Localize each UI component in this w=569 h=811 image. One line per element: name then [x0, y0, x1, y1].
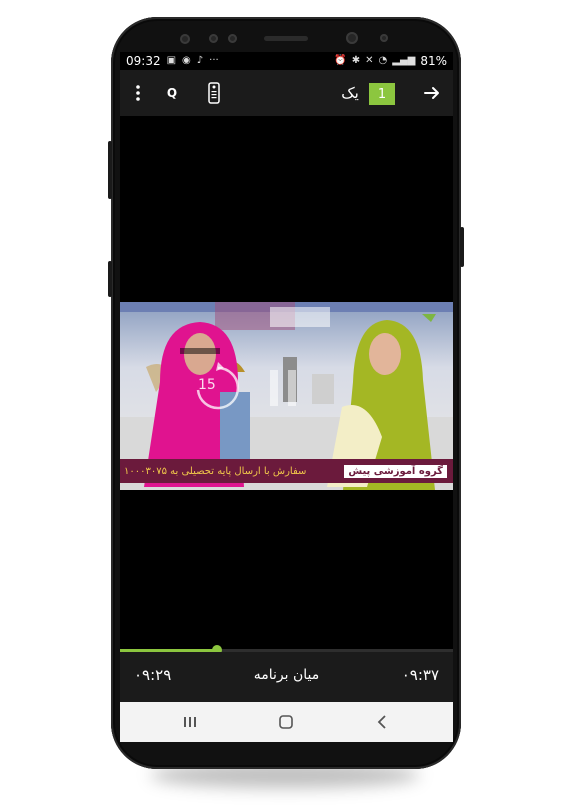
bixby-button — [108, 261, 112, 297]
arrow-forward-icon[interactable] — [420, 81, 444, 105]
channel-number-badge: 1 — [369, 83, 395, 105]
alarm-icon: ⏰ — [334, 55, 347, 66]
sensor-icon — [180, 34, 190, 44]
sensor-icon — [380, 34, 388, 42]
image-icon: ▣ — [166, 55, 177, 66]
news-ticker: سفارش با ارسال پایه تحصیلی به ۱۰۰۰۳۰۷۵ گ… — [120, 459, 453, 483]
earpiece-speaker — [264, 36, 308, 41]
recent-apps-icon[interactable] — [170, 710, 210, 734]
music-note-icon: ♪ — [196, 55, 204, 66]
mute-icon: ✕ — [365, 55, 374, 66]
status-bar: 09:32 ▣ ◉ ♪ ··· ⏰ ✱ ✕ ◔ ▂▄▆ 81% — [120, 52, 453, 70]
volume-button — [108, 141, 112, 199]
ticker-brand: گروه آموزشی پیش — [344, 464, 447, 478]
front-camera-icon — [346, 32, 358, 44]
battery-level: 81% — [420, 54, 447, 68]
home-icon[interactable] — [266, 710, 306, 734]
program-info-bar: ۰۹:۲۹ میان برنامه ۰۹:۳۷ — [120, 652, 453, 702]
status-time: 09:32 — [126, 54, 161, 68]
ticker-text: سفارش با ارسال پایه تحصیلی به ۱۰۰۰۳۰۷۵ — [124, 465, 307, 477]
program-end-time: ۰۹:۳۷ — [401, 666, 439, 684]
whatsapp-icon: ◉ — [182, 55, 191, 66]
power-button — [460, 227, 464, 267]
video-player[interactable]: 15 سفارش با ارسال پایه تحصیلی به ۱۰۰۰۳۰۷… — [120, 302, 453, 490]
rewind-15-label[interactable]: 15 — [198, 377, 218, 393]
sensor-icon — [228, 34, 237, 43]
back-icon[interactable] — [362, 710, 402, 734]
app-screen: 09:32 ▣ ◉ ♪ ··· ⏰ ✱ ✕ ◔ ▂▄▆ 81% Q یک 1 1… — [120, 52, 453, 742]
bluetooth-icon: ✱ — [351, 55, 361, 66]
signal-icon: ▂▄▆ — [392, 55, 416, 66]
more-dots-icon: ··· — [209, 55, 219, 66]
android-nav-bar — [120, 702, 453, 742]
sensor-icon — [209, 34, 218, 43]
channel-name: یک — [341, 84, 359, 102]
more-vertical-icon[interactable] — [128, 81, 148, 105]
app-toolbar: Q یک 1 — [120, 70, 453, 116]
remote-icon[interactable] — [204, 79, 224, 107]
quality-button[interactable]: Q — [162, 81, 182, 105]
wifi-icon: ◔ — [378, 55, 388, 66]
